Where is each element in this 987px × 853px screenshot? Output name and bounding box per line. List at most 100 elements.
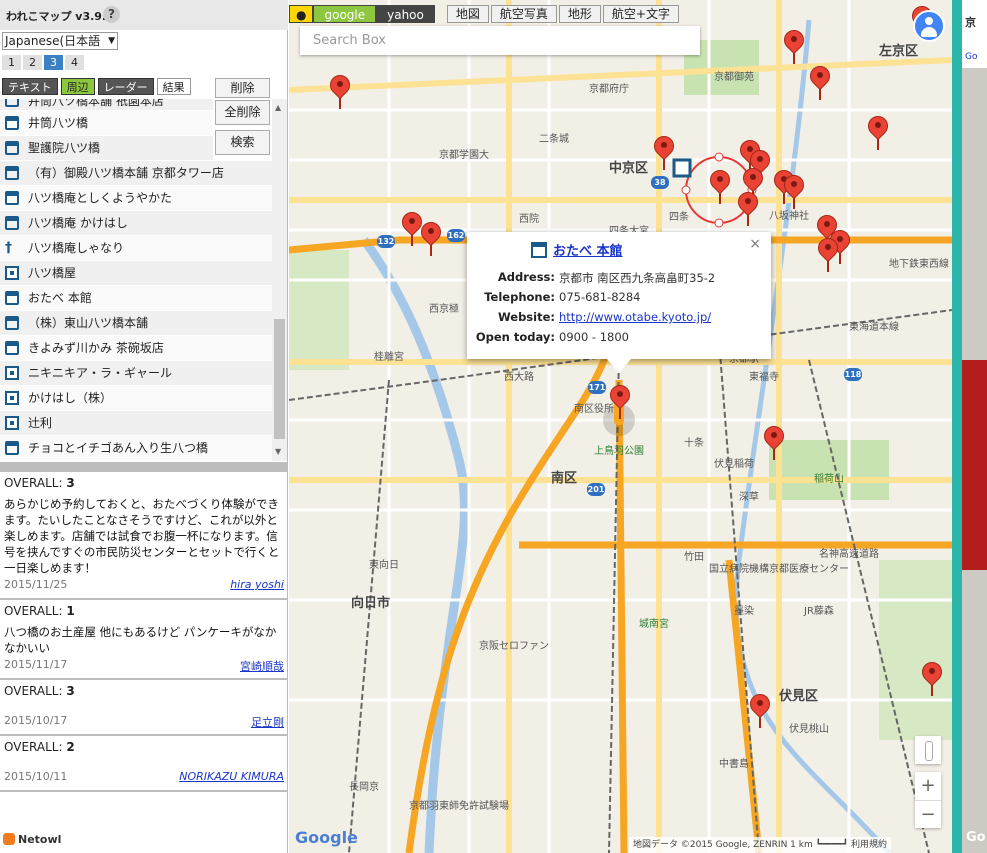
list-item[interactable]: 八ツ橋屋 xyxy=(0,261,272,286)
pin-icon[interactable]: ● xyxy=(289,5,314,23)
map-type-road[interactable]: 地図 xyxy=(446,5,489,23)
map-label: 長岡京 xyxy=(349,782,379,793)
info-row: Open today: 0900 - 1800 xyxy=(467,330,771,348)
streetview-title: 京 xyxy=(965,16,976,29)
list-item[interactable]: 八ツ橋庵 かけはし xyxy=(0,211,272,236)
map-pin-icon[interactable] xyxy=(805,61,835,100)
info-window-title-text[interactable]: おたべ 本館 xyxy=(553,244,623,259)
zoom-in-button[interactable]: + xyxy=(915,772,941,800)
list-item[interactable]: 井筒八ツ橋 xyxy=(0,111,213,136)
tab-radar[interactable]: レーダー xyxy=(97,78,154,95)
pane-divider[interactable] xyxy=(952,0,962,853)
map-label: 城南宮 xyxy=(639,619,669,630)
map-type-satellite[interactable]: 航空写真 xyxy=(490,5,557,23)
list-item[interactable]: † 八ツ橋庵しゃなり xyxy=(0,236,272,261)
search-button[interactable]: 検索 xyxy=(215,130,270,155)
scroll-thumb[interactable] xyxy=(274,319,285,439)
square-icon xyxy=(5,391,19,405)
list-item-label: 八ツ橋屋 xyxy=(28,266,77,280)
page-tab-2[interactable]: 2 xyxy=(23,55,42,70)
map-type-hybrid[interactable]: 航空+文字 xyxy=(602,5,679,23)
review-user-link[interactable]: hira yoshi xyxy=(230,578,284,591)
scroll-down-icon[interactable]: ▼ xyxy=(275,447,284,456)
bag-icon xyxy=(5,166,19,180)
page-tab-4[interactable]: 4 xyxy=(65,55,84,70)
list-item-label: 辻利 xyxy=(28,416,53,430)
map-pin-icon[interactable] xyxy=(325,70,355,109)
map-pin-icon[interactable] xyxy=(779,25,809,64)
map-pin-icon[interactable] xyxy=(705,165,735,204)
map-label: 京都府庁 xyxy=(589,84,629,95)
list-item[interactable]: （有）御殿八ツ橋本舗 京都タワー店 xyxy=(0,161,272,186)
list-item-label: 八ツ橋庵としくようやかた xyxy=(28,191,173,205)
list-item[interactable]: おたべ 本館 xyxy=(0,286,272,311)
review-user-link[interactable]: 足立剛 xyxy=(251,714,284,730)
list-item[interactable]: （株）東山八ツ橋本舗 xyxy=(0,311,272,336)
map-label: JR藤森 xyxy=(804,606,834,617)
info-window-title[interactable]: おたべ 本館 xyxy=(531,240,623,259)
pegman-icon[interactable] xyxy=(915,736,941,764)
scroll-up-icon[interactable]: ▲ xyxy=(275,103,284,112)
review-item: OVERALL: 3 2015/10/17 足立剛 xyxy=(0,680,288,736)
map-toolbar: ● google yahoo 地図 航空写真 地形 航空+文字 xyxy=(289,5,679,23)
page-tab-3[interactable]: 3 xyxy=(44,55,63,70)
momoyama-park xyxy=(879,560,952,740)
map-pin-icon[interactable] xyxy=(863,111,893,150)
map-pin-icon[interactable] xyxy=(917,657,947,696)
review-user-link[interactable]: 宮崎順哉 xyxy=(240,658,284,674)
radar-center-marker[interactable] xyxy=(672,158,692,178)
map-canvas[interactable]: 京都御苑京都府庁二条城中京区左京区京都学園大四条八坂神社西院四条大宮西京極桂離宮… xyxy=(289,0,952,853)
delete-all-button[interactable]: 全削除 xyxy=(215,100,270,125)
map-type-terrain[interactable]: 地形 xyxy=(558,5,601,23)
delete-button[interactable]: 削除 xyxy=(215,78,270,98)
panel-splitter[interactable] xyxy=(0,462,288,472)
provider-yahoo[interactable]: yahoo xyxy=(376,5,435,23)
close-icon[interactable]: × xyxy=(749,236,761,252)
list-item-label: かけはし（株） xyxy=(28,391,113,405)
map-pin-icon[interactable] xyxy=(779,170,809,209)
streetview-logo: Go xyxy=(966,830,986,845)
list-item[interactable]: 聖護院八ツ橋 xyxy=(0,136,213,161)
review-date: 2015/10/17 xyxy=(4,714,68,727)
map-pin-icon[interactable] xyxy=(759,421,789,460)
map-pin-icon[interactable] xyxy=(605,380,635,419)
bag-icon xyxy=(5,316,19,330)
list-item[interactable]: 井筒八ツ橋本舗 祇園本店 xyxy=(0,99,213,111)
tab-nearby[interactable]: 周辺 xyxy=(60,78,95,95)
tab-results[interactable]: 結果 xyxy=(156,78,191,95)
bag-icon xyxy=(5,116,19,130)
tab-text[interactable]: テキスト xyxy=(2,78,58,95)
language-select[interactable]: Japanese(日本語 ▼ xyxy=(2,32,118,50)
list-item[interactable]: きよみず川かみ 茶碗坂店 xyxy=(0,336,272,361)
map-label: 南区 xyxy=(551,471,578,486)
list-item[interactable]: 八ツ橋庵としくようやかた xyxy=(0,186,272,211)
map-pin-icon[interactable] xyxy=(733,187,763,226)
review-text: 八つ橋のお土産屋 他にもあるけど パンケーキがなかなかいい xyxy=(4,625,277,655)
streetview-link[interactable]: Go xyxy=(965,52,977,62)
website-link[interactable]: http://www.otabe.kyoto.jp/ xyxy=(559,310,711,324)
list-item[interactable]: 辻利 xyxy=(0,411,272,436)
map-label: 八坂神社 xyxy=(769,211,809,222)
review-user-link[interactable]: NORIKAZU KIMURA xyxy=(179,770,284,783)
result-list-lower: （有）御殿八ツ橋本舗 京都タワー店八ツ橋庵としくようやかた八ツ橋庵 かけはし † 八… xyxy=(0,161,272,461)
list-item[interactable]: かけはし（株） xyxy=(0,386,272,411)
account-avatar[interactable] xyxy=(913,10,945,42)
map-label: 伏見区 xyxy=(779,689,819,704)
provider-google[interactable]: google xyxy=(313,5,377,23)
zoom-out-button[interactable]: − xyxy=(915,800,941,828)
list-item[interactable]: ニキニキア・ラ・ギャール xyxy=(0,361,272,386)
search-input[interactable]: Search Box xyxy=(300,26,700,55)
list-scrollbar[interactable]: ▲ ▼ xyxy=(272,99,287,461)
map-pin-icon[interactable] xyxy=(745,689,775,728)
list-item[interactable]: チョコとイチゴあん入り生八つ橋 xyxy=(0,436,272,461)
map-label: 稲荷山 xyxy=(814,474,844,485)
map-base-layer xyxy=(289,0,952,853)
help-button[interactable]: ? xyxy=(103,6,120,23)
streetview-pane[interactable]: 京 Go Go xyxy=(962,0,987,853)
page-tab-1[interactable]: 1 xyxy=(2,55,21,70)
map-label: 名神高速道路 xyxy=(819,549,879,560)
map-pin-icon[interactable] xyxy=(649,131,679,170)
map-label: 伏見稲荷 xyxy=(714,459,754,470)
map-pin-icon[interactable] xyxy=(813,233,843,272)
map-pin-icon[interactable] xyxy=(416,217,446,256)
